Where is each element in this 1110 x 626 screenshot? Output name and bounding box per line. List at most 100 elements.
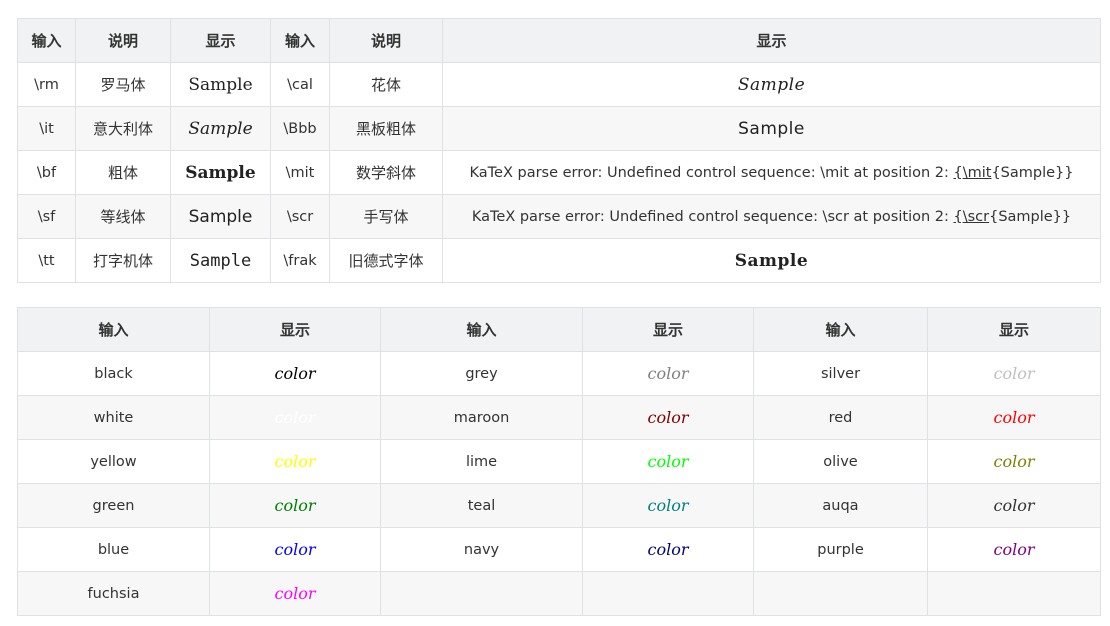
color-name-cell: auqa [753,483,928,528]
color-name-cell [753,571,928,616]
table-row: blue color navy color purple color [17,527,1101,572]
color-name-cell: maroon [380,395,583,440]
color-sample-cell: color [209,527,381,572]
color-sample: color [274,408,316,427]
error-tail: {Sample}} [991,164,1074,181]
sample-cell: Sample [170,106,271,151]
sample-cell: Sample [170,194,271,239]
color-name-cell: grey [380,351,583,396]
error-command: \scr [962,208,990,225]
command-cell: \cal [270,62,330,107]
error-text: KaTeX parse error: Undefined control seq… [471,208,954,225]
color-sample-cell: color [582,527,754,572]
description-cell: 手写体 [329,194,443,239]
description-cell: 打字机体 [75,238,171,283]
color-sample-cell: color [927,351,1101,396]
table-header-row: 输入 说明 显示 输入 说明 显示 [17,18,1101,63]
header-display: 显示 [209,307,381,352]
font-style-table: 输入 说明 显示 输入 说明 显示 \rm 罗马体 Sample \cal 花体… [17,18,1101,283]
color-sample: color [274,452,316,471]
color-name-cell: black [17,351,210,396]
color-sample: color [647,408,689,427]
header-input: 输入 [753,307,928,352]
header-input: 输入 [270,18,330,63]
color-sample-cell: color [927,483,1101,528]
description-cell: 花体 [329,62,443,107]
color-name-cell: yellow [17,439,210,484]
table-row: \it 意大利体 Sample \Bbb 黑板粗体 Sample [17,106,1101,151]
color-name-cell: lime [380,439,583,484]
description-cell: 粗体 [75,150,171,195]
command-cell: \sf [17,194,76,239]
color-sample: color [274,496,316,515]
color-sample-cell: color [209,395,381,440]
color-sample: color [274,540,316,559]
sample-cell: Sample [442,238,1101,283]
description-cell: 罗马体 [75,62,171,107]
header-display: 显示 [170,18,271,63]
color-sample: color [647,364,689,383]
color-sample: color [993,452,1035,471]
command-cell: \scr [270,194,330,239]
color-sample: color [274,364,316,383]
color-sample: color [647,496,689,515]
table-row: fuchsia color [17,571,1101,616]
katex-error-cell: KaTeX parse error: Undefined control seq… [442,194,1101,239]
command-cell: \tt [17,238,76,283]
color-name-cell: purple [753,527,928,572]
error-text: KaTeX parse error: Undefined control seq… [469,164,954,181]
color-sample-cell: color [209,483,381,528]
color-sample: color [647,540,689,559]
color-sample: color [993,364,1035,383]
sample-cell: Sample [442,62,1101,107]
sample-cell: Sample [170,62,271,107]
color-name-cell: navy [380,527,583,572]
table-row: white color maroon color red color [17,395,1101,440]
table-row: \sf 等线体 Sample \scr 手写体 KaTeX parse erro… [17,194,1101,239]
table-row: black color grey color silver color [17,351,1101,396]
color-name-cell: fuchsia [17,571,210,616]
description-cell: 数学斜体 [329,150,443,195]
color-sample-cell [582,571,754,616]
color-sample-cell [927,571,1101,616]
color-name-cell: silver [753,351,928,396]
katex-error-cell: KaTeX parse error: Undefined control seq… [442,150,1101,195]
color-sample-cell: color [582,439,754,484]
table-row: \rm 罗马体 Sample \cal 花体 Sample [17,62,1101,107]
header-input: 输入 [17,307,210,352]
error-tail: {Sample}} [989,208,1072,225]
color-sample-cell: color [927,527,1101,572]
color-name-cell: white [17,395,210,440]
description-cell: 黑板粗体 [329,106,443,151]
header-input: 输入 [17,18,76,63]
color-sample: color [993,408,1035,427]
color-name-cell: blue [17,527,210,572]
description-cell: 意大利体 [75,106,171,151]
color-name-cell: olive [753,439,928,484]
color-sample-cell: color [927,395,1101,440]
color-sample: color [647,452,689,471]
color-sample-cell: color [209,439,381,484]
header-input: 输入 [380,307,583,352]
header-description: 说明 [329,18,443,63]
color-sample-cell: color [582,483,754,528]
description-cell: 旧德式字体 [329,238,443,283]
command-cell: \frak [270,238,330,283]
command-cell: \rm [17,62,76,107]
sample-cell: Sample [170,238,271,283]
color-sample-cell: color [582,395,754,440]
table-row: \tt 打字机体 Sample \frak 旧德式字体 Sample [17,238,1101,283]
error-brace: { [953,208,963,225]
color-sample: color [274,584,316,603]
color-sample-cell: color [582,351,754,396]
command-cell: \bf [17,150,76,195]
color-sample: color [993,496,1035,515]
table-row: green color teal color auqa color [17,483,1101,528]
header-display: 显示 [442,18,1101,63]
command-cell: \it [17,106,76,151]
command-cell: \mit [270,150,330,195]
color-table: 输入 显示 输入 显示 输入 显示 black color grey color sil… [17,307,1101,616]
color-sample: color [993,540,1035,559]
header-display: 显示 [582,307,754,352]
header-description: 说明 [75,18,171,63]
